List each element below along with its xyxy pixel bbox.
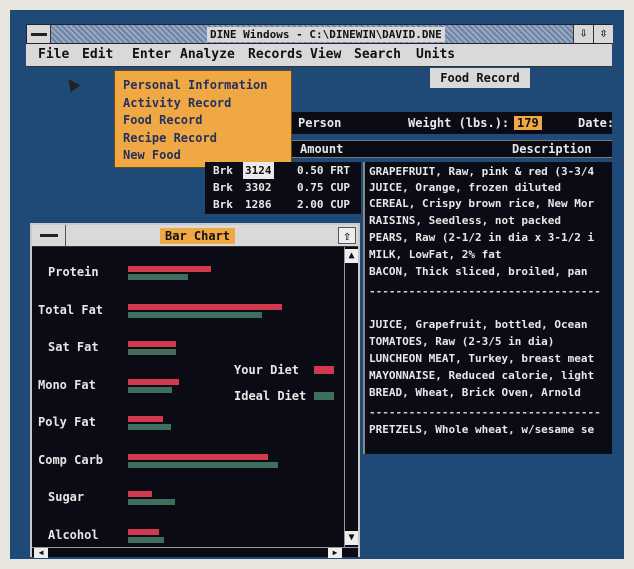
menu-edit[interactable]: Edit <box>82 47 113 63</box>
code-cell[interactable]: 3124 <box>243 162 274 179</box>
amount-cell: 2.00 CUP <box>297 198 350 211</box>
menu-item-activity-record[interactable]: Activity Record <box>123 95 291 113</box>
date-label: Date: <box>578 116 615 130</box>
list-item[interactable]: MAYONNAISE, Reduced calorie, light <box>369 368 594 384</box>
category-label: Protein <box>48 265 99 279</box>
menu-file[interactable]: File <box>38 47 69 63</box>
menu-units[interactable]: Units <box>416 47 455 63</box>
food-entry-grid: Brk 3124 0.50 FRT Brk 3302 0.75 CUP Brk … <box>205 162 361 214</box>
list-item[interactable]: JUICE, Orange, frozen diluted <box>369 180 561 196</box>
scroll-down-arrow-icon[interactable]: ▼ <box>345 531 358 545</box>
menu-enter[interactable]: Enter <box>132 47 171 63</box>
vertical-scrollbar[interactable]: ▲ ▼ <box>344 247 358 547</box>
legend-ideal-diet-label: Ideal Diet <box>234 389 307 403</box>
system-menu-icon[interactable] <box>32 225 66 246</box>
person-row: Person Weight (lbs.): 179 Date: <box>292 112 615 134</box>
legend-your-diet-label: Your Diet <box>234 363 300 377</box>
legend-ideal-diet-swatch <box>314 392 334 400</box>
list-item[interactable]: BREAD, Wheat, Brick Oven, Arnold <box>369 385 581 401</box>
menu-analyze[interactable]: Analyze <box>180 47 235 63</box>
amount-header: Amount <box>300 142 344 156</box>
bar-your-diet <box>128 453 268 460</box>
list-item[interactable]: TOMATOES, Raw (2-3/5 in dia) <box>369 334 554 350</box>
bar-chart-window: Bar Chart ⇧ Protein Total Fat Sat Fat Mono … <box>30 223 360 558</box>
bar-your-diet <box>128 341 176 347</box>
menu-item-personal-information[interactable]: Personal Information <box>123 77 291 95</box>
menu-records[interactable]: Records <box>248 47 303 63</box>
list-item[interactable]: LUNCHEON MEAT, Turkey, breast meat <box>369 351 594 367</box>
mouse-pointer-icon <box>63 75 81 93</box>
separator: ----------------------------------- <box>369 285 601 298</box>
bar-ideal-diet <box>128 424 171 430</box>
amount-cell: 0.75 CUP <box>297 181 350 194</box>
category-label: Alcohol <box>48 527 99 542</box>
minimize-button[interactable]: ⇩ <box>573 25 593 43</box>
category-label: Sat Fat <box>48 340 99 354</box>
list-item[interactable]: CEREAL, Crispy brown rice, New Mor <box>369 196 594 212</box>
scroll-right-arrow-icon[interactable]: ▶ <box>328 548 342 558</box>
category-label: Comp Carb <box>38 452 104 467</box>
scroll-left-arrow-icon[interactable]: ◀ <box>34 548 48 558</box>
maximize-arrow-icon[interactable]: ⇧ <box>338 227 356 244</box>
table-row[interactable]: Brk 3124 0.50 FRT <box>205 162 361 179</box>
bar-your-diet <box>128 303 282 310</box>
list-item[interactable]: MILK, LowFat, 2% fat <box>369 247 501 263</box>
separator: ----------------------------------- <box>369 406 601 419</box>
bar-ideal-diet <box>128 349 176 355</box>
food-record-title: Food Record <box>430 68 530 88</box>
menu-item-recipe-record[interactable]: Recipe Record <box>123 130 291 148</box>
weight-label: Weight (lbs.): <box>408 116 510 130</box>
bar-ideal-diet <box>128 386 172 393</box>
system-menu-icon[interactable] <box>27 25 51 43</box>
list-item[interactable]: PEARS, Raw (2-1/2 in dia x 3-1/2 i <box>369 230 594 246</box>
category-label: Sugar <box>48 490 85 504</box>
meal-cell: Brk <box>213 198 233 211</box>
maximize-button[interactable]: ⇳ <box>593 25 613 43</box>
weight-field[interactable]: 179 <box>514 116 542 130</box>
column-header-row: Amount Description <box>292 140 612 158</box>
horizontal-scrollbar[interactable]: ◀ ▶ <box>32 547 358 558</box>
category-label: Mono Fat <box>38 377 96 392</box>
list-item[interactable]: PRETZELS, Whole wheat, w/sesame se <box>369 422 594 438</box>
bar-your-diet <box>128 491 152 497</box>
bar-your-diet <box>128 266 211 272</box>
bar-your-diet <box>128 378 179 385</box>
bar-ideal-diet <box>128 461 278 468</box>
menu-item-food-record[interactable]: Food Record <box>123 112 291 130</box>
menu-bar: File Edit Enter Analyze Records View Sea… <box>26 44 612 67</box>
person-label: Person <box>298 116 342 130</box>
bar-ideal-diet <box>128 499 175 505</box>
bar-ideal-diet <box>128 274 188 280</box>
legend-your-diet-swatch <box>314 366 334 374</box>
meal-cell: Brk <box>213 164 233 177</box>
bar-chart-title-bar[interactable]: Bar Chart ⇧ <box>32 225 358 247</box>
list-item[interactable]: RAISINS, Seedless, not packed <box>369 213 561 229</box>
list-item[interactable]: BACON, Thick sliced, broiled, pan <box>369 264 588 280</box>
list-item[interactable]: JUICE, Grapefruit, bottled, Ocean <box>369 317 588 333</box>
amount-cell: 0.50 FRT <box>297 164 350 177</box>
bar-chart-title: Bar Chart <box>160 228 236 244</box>
list-item[interactable]: GRAPEFRUIT, Raw, pink & red (3-3/4 <box>369 164 594 180</box>
table-row[interactable]: Brk 3302 0.75 CUP <box>205 179 361 196</box>
enter-dropdown-menu: Personal Information Activity Record Foo… <box>114 70 292 168</box>
meal-cell: Brk <box>213 181 233 194</box>
menu-view[interactable]: View <box>310 47 341 63</box>
bar-ideal-diet <box>128 536 164 543</box>
description-header: Description <box>512 142 592 156</box>
window-title: DINE Windows - C:\DINEWIN\DAVID.DNE <box>207 27 445 42</box>
bar-your-diet <box>128 528 159 535</box>
code-cell[interactable]: 3302 <box>245 179 272 196</box>
bar-ideal-diet <box>128 311 262 318</box>
title-bar[interactable]: DINE Windows - C:\DINEWIN\DAVID.DNE ⇩ ⇳ <box>26 24 613 44</box>
scroll-up-arrow-icon[interactable]: ▲ <box>345 249 358 263</box>
table-row[interactable]: Brk 1286 2.00 CUP <box>205 196 361 213</box>
code-cell[interactable]: 1286 <box>245 196 272 213</box>
menu-search[interactable]: Search <box>354 47 401 63</box>
bar-your-diet <box>128 416 163 422</box>
category-label: Poly Fat <box>38 415 96 429</box>
category-label: Total Fat <box>38 302 104 317</box>
description-list: GRAPEFRUIT, Raw, pink & red (3-3/4 JUICE… <box>363 162 612 454</box>
